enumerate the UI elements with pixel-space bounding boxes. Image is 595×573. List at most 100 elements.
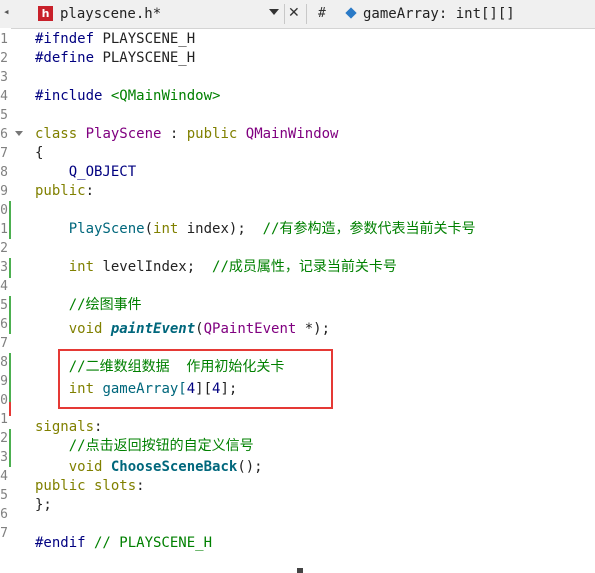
close-icon[interactable]: ✕	[288, 4, 302, 22]
keyword: void	[68, 459, 103, 475]
comment: // PLAYSCENE_H	[85, 535, 213, 551]
line-number: 4	[0, 279, 8, 294]
code-line[interactable]: void paintEvent(QPaintEvent *);	[35, 320, 330, 339]
text-cursor	[297, 568, 303, 573]
code-line[interactable]: public slots:	[35, 477, 145, 496]
class-name: QPaintEvent	[203, 321, 297, 337]
line-number: 0	[0, 393, 8, 408]
line-number: 5	[0, 108, 8, 123]
punctuation: :	[94, 419, 103, 435]
line-number: 4	[0, 469, 8, 484]
include-path: <QMainWindow>	[102, 88, 221, 104]
line-number: 4	[0, 89, 8, 104]
class-name: PlayScene	[85, 126, 162, 142]
preprocessor-directive: #define	[35, 50, 95, 66]
comment: //绘图事件	[68, 297, 142, 313]
line-number: 0	[0, 203, 8, 218]
punctuation: :	[161, 126, 187, 142]
punctuation: (	[144, 221, 154, 237]
line-number: 7	[0, 336, 8, 351]
member-declaration: levelIndex;	[94, 259, 196, 275]
line-number: 8	[0, 165, 8, 180]
punctuation: ();	[237, 459, 263, 475]
close-brace: };	[35, 497, 52, 513]
comment: //成员属性，记录当前关卡号	[212, 259, 397, 275]
line-number: 2	[0, 241, 8, 256]
virtual-function-name: paintEvent	[110, 321, 196, 337]
header-file-icon: h	[38, 6, 53, 21]
macro-name: PLAYSCENE_H	[94, 50, 196, 66]
line-number: 1	[0, 412, 8, 427]
code-line[interactable]: public:	[35, 182, 94, 201]
code-line[interactable]: #endif // PLAYSCENE_H	[35, 534, 212, 553]
line-number: 5	[0, 298, 8, 313]
code-line[interactable]: signals:	[35, 418, 102, 437]
macro-name: PLAYSCENE_H	[94, 31, 196, 47]
code-line[interactable]: PlayScene(int index); //有参构造，参数代表当前关卡号	[35, 220, 476, 239]
modified-line-marker	[9, 258, 11, 278]
comment: //有参构造，参数代表当前关卡号	[262, 221, 476, 237]
file-dropdown-icon[interactable]	[269, 9, 279, 15]
symbol-hash-icon: #	[318, 6, 326, 21]
punctuation: :	[136, 478, 145, 494]
base-class-name: QMainWindow	[245, 126, 339, 142]
file-name-tab[interactable]: playscene.h*	[60, 5, 161, 23]
line-number: 9	[0, 184, 8, 199]
line-number: 3	[0, 450, 8, 465]
comment: //点击返回按钮的自定义信号	[68, 438, 254, 454]
separator	[306, 4, 307, 24]
changed-line-marker	[9, 402, 11, 416]
code-line[interactable]: void ChooseSceneBack();	[35, 458, 263, 477]
keyword: public	[186, 126, 238, 142]
code-line[interactable]: class PlayScene : public QMainWindow	[35, 125, 338, 144]
line-number: 9	[0, 374, 8, 389]
preprocessor-directive: #include	[35, 88, 103, 104]
editor-tabbar: ◂ h playscene.h* ✕ # gameArray: int[][]	[0, 0, 595, 29]
constructor-name: PlayScene	[68, 221, 145, 237]
macro-name: Q_OBJECT	[35, 164, 137, 180]
code-line[interactable]: #define PLAYSCENE_H	[35, 49, 195, 68]
fold-arrow-icon[interactable]	[15, 131, 23, 136]
line-number: 2	[0, 51, 8, 66]
code-line[interactable]: //点击返回按钮的自定义信号	[35, 437, 254, 456]
access-specifier: public	[35, 183, 86, 199]
keyword: class	[35, 126, 78, 142]
access-specifier: signals	[35, 419, 95, 435]
member-symbol-icon	[345, 7, 357, 19]
modified-line-marker	[9, 201, 11, 239]
code-line[interactable]: {	[35, 144, 43, 163]
parameter: index);	[178, 221, 246, 237]
line-number: 7	[0, 146, 8, 161]
line-number: 7	[0, 526, 8, 541]
line-number: 6	[0, 507, 8, 522]
preprocessor-directive: #endif	[35, 535, 86, 551]
signal-name: ChooseSceneBack	[110, 459, 238, 475]
line-number: 1	[0, 32, 8, 47]
line-number: 8	[0, 355, 8, 370]
line-number: 3	[0, 70, 8, 85]
line-number: 1	[0, 222, 8, 237]
keyword: int	[153, 221, 179, 237]
line-number: 6	[0, 127, 8, 142]
code-line[interactable]: Q_OBJECT	[35, 163, 136, 182]
punctuation: :	[85, 183, 95, 199]
code-line[interactable]: #ifndef PLAYSCENE_H	[35, 30, 195, 49]
modified-line-marker	[9, 296, 11, 334]
code-line[interactable]: #include <QMainWindow>	[35, 87, 220, 106]
modified-line-marker	[9, 429, 11, 467]
highlight-box	[58, 349, 333, 409]
parameter: *);	[296, 321, 331, 337]
punctuation: (	[195, 321, 204, 337]
code-line[interactable]: int levelIndex; //成员属性，记录当前关卡号	[35, 258, 397, 277]
nav-back-icon[interactable]: ◂	[3, 6, 13, 18]
open-brace: {	[35, 145, 44, 161]
code-line[interactable]: //绘图事件	[35, 296, 142, 315]
symbol-selector[interactable]: gameArray: int[][]	[363, 5, 515, 23]
line-number: 2	[0, 431, 8, 446]
line-number: 3	[0, 260, 8, 275]
line-number: 5	[0, 488, 8, 503]
access-specifier: public slots	[35, 478, 137, 494]
preprocessor-directive: #ifndef	[35, 31, 95, 47]
keyword: void	[68, 321, 103, 337]
code-line[interactable]: };	[35, 496, 52, 515]
